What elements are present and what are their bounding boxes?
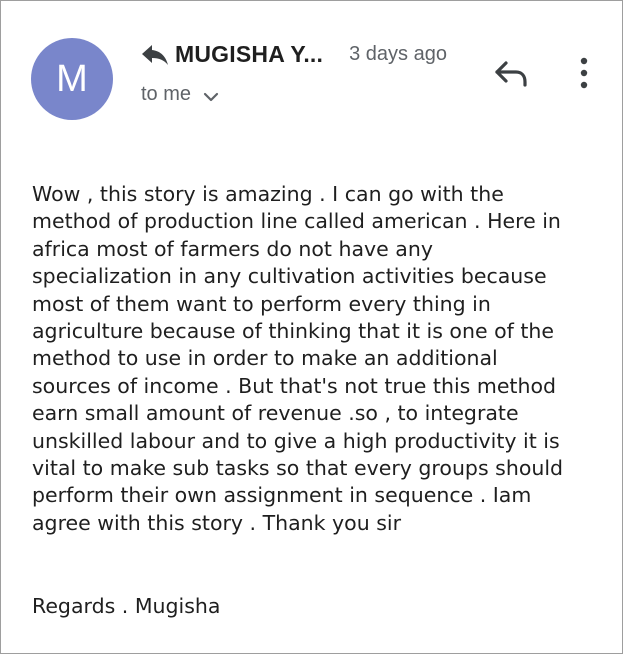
avatar-initial: M — [56, 58, 88, 100]
reply-button[interactable] — [492, 57, 532, 91]
message-body: Wow , this story is amazing . I can go w… — [32, 182, 564, 535]
sender-row: MUGISHA Y... 3 days ago — [139, 37, 447, 71]
reply-icon — [495, 61, 527, 87]
recipient-label: to me — [141, 82, 192, 105]
email-message-view: M MUGISHA Y... 3 days ago to me Wow , th… — [0, 0, 623, 654]
more-options-button[interactable] — [573, 55, 595, 91]
reply-all-icon — [139, 42, 169, 66]
message-signature: Regards . Mugisha — [32, 594, 221, 618]
recipient-details-toggle[interactable]: to me — [141, 81, 219, 107]
message-time: 3 days ago — [349, 42, 447, 65]
more-vertical-icon — [580, 57, 588, 89]
avatar[interactable]: M — [31, 38, 113, 120]
chevron-down-icon — [203, 88, 219, 102]
sender-name[interactable]: MUGISHA Y... — [175, 41, 323, 68]
